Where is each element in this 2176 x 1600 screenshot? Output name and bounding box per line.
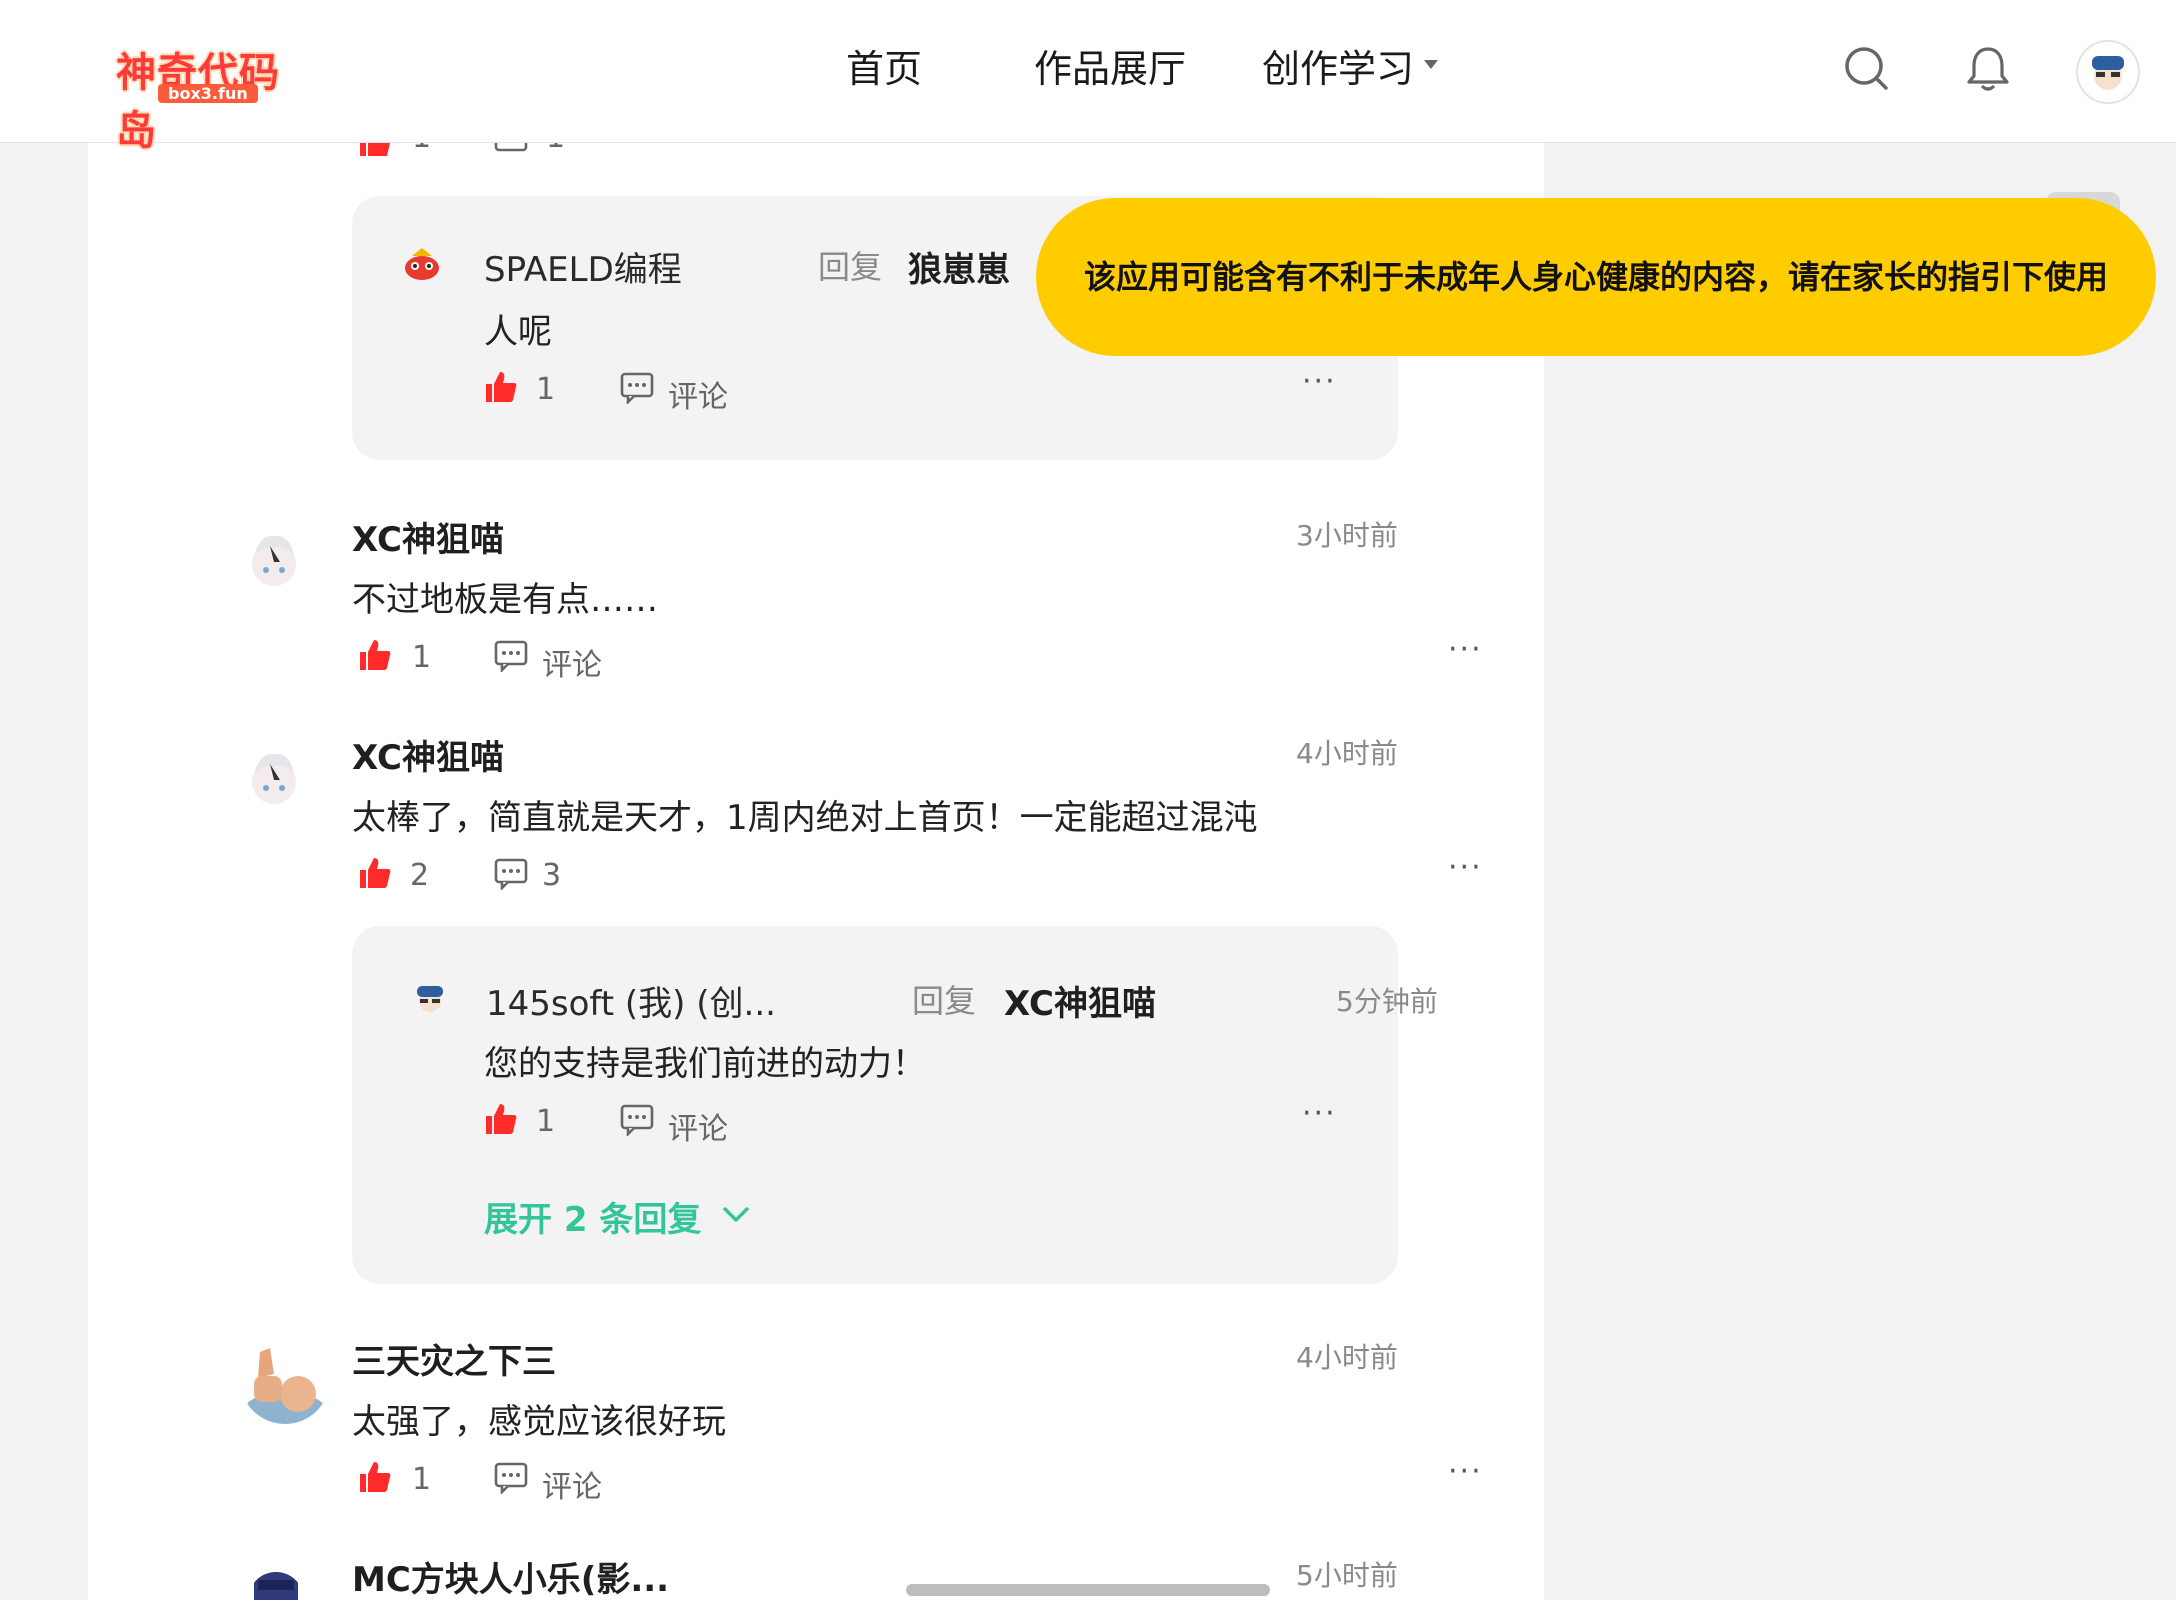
avatar[interactable] bbox=[240, 526, 308, 594]
avatar[interactable] bbox=[240, 1334, 330, 1424]
avatar[interactable] bbox=[248, 1572, 304, 1600]
age-warning-banner: 该应用可能含有不利于未成年人身心健康的内容，请在家长的指引下使用 bbox=[1036, 198, 2156, 356]
reply-label: 回复 bbox=[818, 248, 883, 286]
horizontal-scrollbar[interactable] bbox=[906, 1584, 1270, 1596]
comment-item: XC神狙喵 3小时前 不过地板是有点…… 1 评论 ··· bbox=[88, 500, 1544, 683]
comment-icon[interactable] bbox=[494, 858, 528, 890]
reply-text: 您的支持是我们前进的动力！ bbox=[484, 1044, 926, 1084]
nav-gallery[interactable]: 作品展厅 bbox=[1034, 38, 1186, 93]
comment-time: 4小时前 bbox=[1296, 1341, 1398, 1374]
comment-time: 4小时前 bbox=[1296, 737, 1398, 770]
comment-item: XC神狙喵 4小时前 太棒了，简直就是天才，1周内绝对上首页！一定能超过混沌 2… bbox=[88, 718, 1544, 898]
comment-text: 不过地板是有点…… bbox=[352, 580, 658, 620]
thumbs-up-icon[interactable] bbox=[484, 370, 518, 404]
comment-actions: 2 3 ··· bbox=[358, 850, 1481, 896]
comment-icon[interactable] bbox=[620, 1104, 654, 1136]
site-logo[interactable]: 神奇代码岛 box3.fun bbox=[110, 40, 306, 154]
more-icon[interactable]: ··· bbox=[1302, 364, 1337, 399]
comment-item: 三天灾之下三 4小时前 太强了，感觉应该很好玩 1 评论 ··· bbox=[88, 1322, 1544, 1505]
more-icon[interactable]: ··· bbox=[1448, 632, 1483, 667]
reply-text: 人呢 bbox=[484, 312, 552, 352]
comment-text: 太棒了，简直就是天才，1周内绝对上首页！一定能超过混沌 bbox=[352, 798, 1258, 838]
reply-target[interactable]: XC神狙喵 bbox=[1004, 976, 1156, 1025]
bell-icon[interactable] bbox=[1966, 44, 2010, 96]
reply-author[interactable]: 145soft (我) (创... bbox=[486, 976, 776, 1025]
comment-author[interactable]: XC神狙喵 bbox=[352, 730, 504, 779]
comment-author[interactable]: XC神狙喵 bbox=[352, 512, 504, 561]
avatar[interactable] bbox=[400, 242, 444, 286]
reply-target[interactable]: 狼崽崽 bbox=[908, 242, 1010, 291]
comment-item: MC方块人小乐(影... 5小时前 bbox=[88, 1540, 1544, 1600]
thumbs-up-icon[interactable] bbox=[358, 1460, 392, 1494]
comment-time: 3小时前 bbox=[1296, 519, 1398, 552]
expand-replies-button[interactable]: 展开 2 条回复 bbox=[484, 1192, 784, 1240]
expand-replies-label: 展开 2 条回复 bbox=[484, 1200, 702, 1240]
like-count: 1 bbox=[536, 372, 556, 407]
reply-actions: 1 评论 ··· bbox=[484, 364, 1364, 415]
like-count: 2 bbox=[410, 858, 430, 893]
comment-actions: 1 评论 ··· bbox=[358, 1454, 1481, 1505]
more-icon[interactable]: ··· bbox=[1448, 1454, 1483, 1489]
like-count: 1 bbox=[536, 1104, 556, 1139]
thumbs-up-icon[interactable] bbox=[358, 638, 392, 672]
comment-button-label[interactable]: 评论 bbox=[668, 372, 728, 416]
comment-author[interactable]: 三天灾之下三 bbox=[352, 1334, 556, 1383]
comment-icon[interactable] bbox=[620, 372, 654, 404]
comment-button-label[interactable]: 评论 bbox=[668, 1104, 728, 1148]
comment-button-label[interactable]: 评论 bbox=[542, 1462, 602, 1506]
chevron-down-icon bbox=[723, 1207, 749, 1222]
search-icon[interactable] bbox=[1842, 44, 1890, 96]
more-icon[interactable]: ··· bbox=[1448, 850, 1483, 885]
reply-time: 5分钟前 bbox=[1336, 985, 1438, 1018]
comment-text: 太强了，感觉应该很好玩 bbox=[352, 1402, 726, 1442]
chevron-down-icon[interactable] bbox=[1424, 60, 1438, 69]
like-count: 1 bbox=[412, 1462, 432, 1497]
comment-actions: 1 评论 ··· bbox=[358, 632, 1481, 683]
thumbs-up-icon[interactable] bbox=[358, 856, 392, 890]
comment-count[interactable]: 3 bbox=[542, 858, 561, 893]
nav-learn[interactable]: 创作学习 bbox=[1262, 38, 1414, 93]
user-avatar[interactable] bbox=[2076, 40, 2140, 104]
reply-box: 145soft (我) (创... 回复 XC神狙喵 5分钟前 您的支持是我们前… bbox=[352, 926, 1438, 1284]
comment-icon[interactable] bbox=[494, 1462, 528, 1494]
comment-time: 5小时前 bbox=[1296, 1559, 1398, 1592]
more-icon[interactable]: ··· bbox=[1302, 1096, 1337, 1131]
warning-text: 该应用可能含有不利于未成年人身心健康的内容，请在家长的指引下使用 bbox=[1083, 258, 2108, 296]
top-header: 神奇代码岛 box3.fun 首页 作品展厅 创作学习 bbox=[0, 0, 2176, 154]
comment-icon[interactable] bbox=[494, 640, 528, 672]
avatar[interactable] bbox=[408, 976, 452, 1020]
reply-author[interactable]: SPAELD编程 bbox=[484, 242, 682, 291]
reply-actions: 1 评论 ··· bbox=[484, 1096, 1364, 1147]
avatar[interactable] bbox=[240, 744, 308, 812]
logo-subtext: box3.fun bbox=[158, 84, 258, 103]
comment-author[interactable]: MC方块人小乐(影... bbox=[352, 1552, 669, 1600]
thumbs-up-icon[interactable] bbox=[484, 1102, 518, 1136]
comment-button-label[interactable]: 评论 bbox=[542, 640, 602, 684]
nav-home[interactable]: 首页 bbox=[846, 38, 922, 93]
like-count: 1 bbox=[412, 640, 432, 675]
reply-label: 回复 bbox=[912, 982, 977, 1020]
